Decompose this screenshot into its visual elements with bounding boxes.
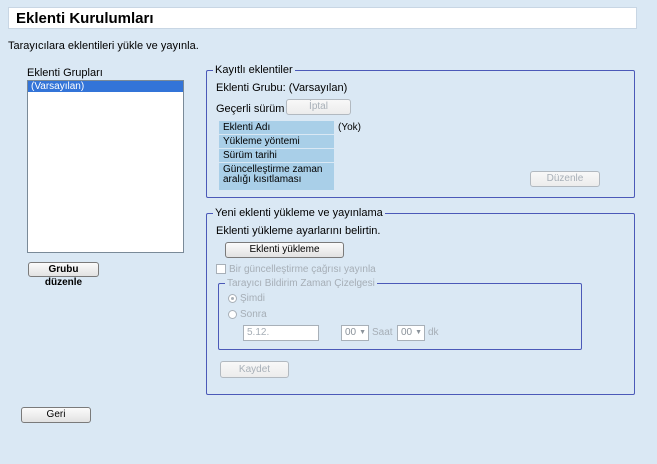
publish-update-checkbox[interactable] (216, 264, 226, 274)
update-interval-limit-label: Güncelleştirme zaman aralığı kısıtlaması (219, 163, 334, 190)
new-plugin-legend: Yeni eklenti yükleme ve yayınlama (215, 207, 383, 219)
page-subtitle: Tarayıcılara eklentileri yükle ve yayınl… (8, 40, 199, 52)
release-date-label: Sürüm tarihi (219, 149, 334, 162)
date-input[interactable]: 5.12. (243, 325, 319, 341)
back-button[interactable]: Geri (21, 407, 91, 423)
publish-update-label: Bir güncelleştirme çağrısı yayınla (229, 264, 376, 275)
plugin-group-line: Eklenti Grubu: (Varsayılan) (216, 82, 348, 94)
edit-group-button[interactable]: Grubu düzenle (28, 262, 99, 288)
minute-label: dk (428, 327, 439, 338)
later-label: Sonra (240, 309, 267, 320)
scrollbar[interactable] (649, 0, 657, 464)
plugin-groups-list[interactable]: (Varsayılan) (27, 80, 184, 253)
upload-instruction: Eklenti yükleme ayarlarını belirtin. (216, 225, 381, 237)
plugin-name-value: (Yok) (338, 122, 361, 133)
registered-plugins-legend: Kayıtlı eklentiler (215, 64, 293, 76)
notification-timeline-legend: Tarayıcı Bildirim Zaman Çizelgesi (227, 278, 375, 289)
page-title: Eklenti Kurulumları (16, 10, 154, 27)
hour-select-value: 00 (345, 327, 357, 338)
plugin-group-item-default[interactable]: (Varsayılan) (28, 81, 183, 92)
hour-label: Saat (372, 327, 393, 338)
plugin-name-label: Eklenti Adı (219, 121, 334, 134)
plugin-groups-label: Eklenti Grupları (27, 67, 103, 79)
now-radio[interactable] (228, 294, 237, 303)
cancel-button[interactable]: İptal (286, 99, 351, 115)
minute-select-value: 00 (401, 327, 413, 338)
plugin-group-item[interactable] (28, 92, 183, 103)
save-button[interactable]: Kaydet (220, 361, 289, 378)
minute-select[interactable]: 00 ▼ (397, 325, 425, 341)
plugin-group-item[interactable] (28, 103, 183, 114)
current-version-label: Geçerli sürüm (216, 103, 285, 115)
chevron-down-icon: ▼ (359, 329, 366, 336)
edit-button[interactable]: Düzenle (530, 171, 600, 187)
later-radio[interactable] (228, 310, 237, 319)
hour-select[interactable]: 00 ▼ (341, 325, 369, 341)
upload-plugin-button[interactable]: Eklenti yükleme (225, 242, 344, 258)
chevron-down-icon: ▼ (415, 329, 422, 336)
install-method-label: Yükleme yöntemi (219, 135, 334, 148)
title-bar: Eklenti Kurulumları (8, 7, 637, 29)
now-label: Şimdi (240, 293, 266, 304)
